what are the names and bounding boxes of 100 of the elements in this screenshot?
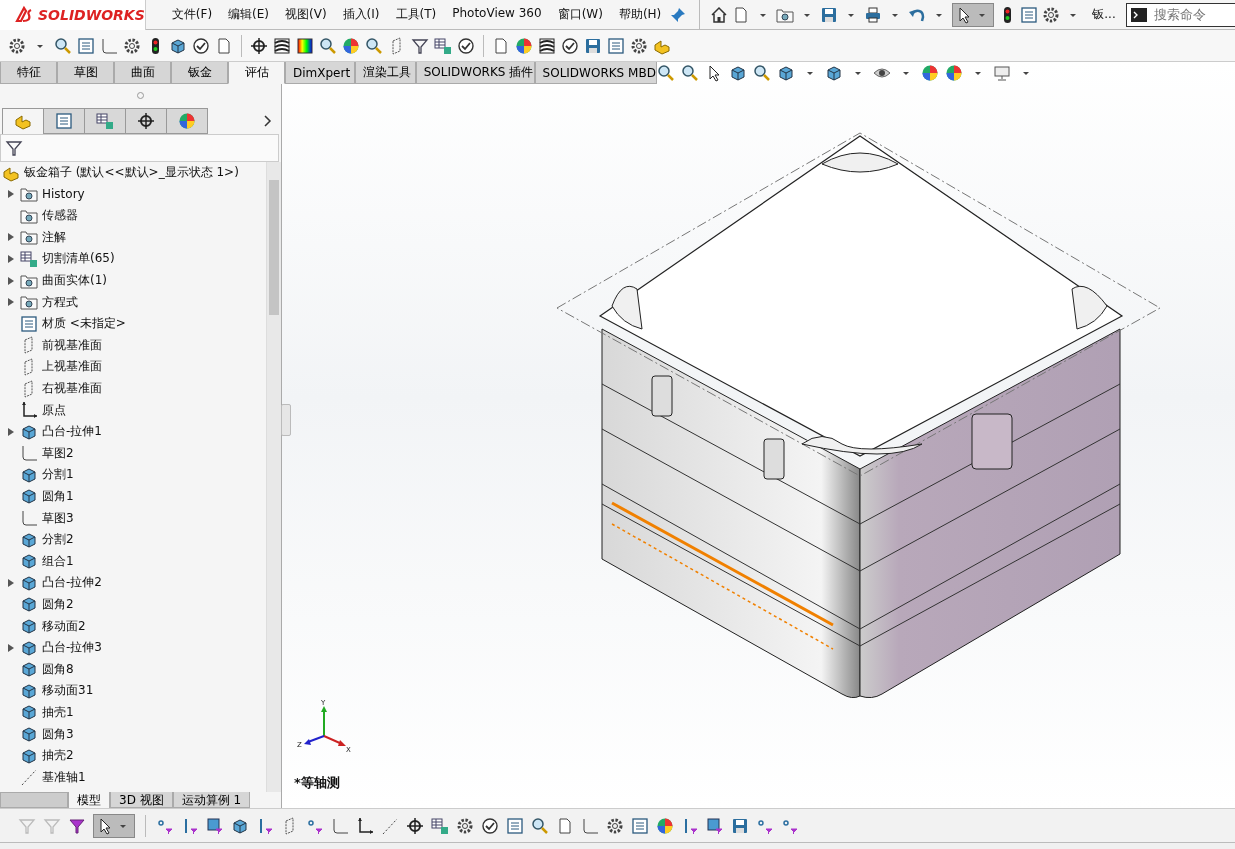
tree-item[interactable]: 分割1 <box>42 466 74 484</box>
check-icon[interactable] <box>457 36 475 55</box>
list-icon[interactable] <box>55 111 73 130</box>
tree-item[interactable]: 方程式 <box>42 293 78 311</box>
color-sphere-icon[interactable] <box>515 36 533 55</box>
cube-icon[interactable] <box>777 64 795 82</box>
expand-arrow-icon[interactable] <box>8 276 14 285</box>
striped-square-icon[interactable] <box>538 36 556 55</box>
document-icon[interactable] <box>492 36 510 55</box>
bottom-tab[interactable]: 运动算例 1 <box>172 792 251 808</box>
menu-item[interactable]: 插入(I) <box>334 6 388 23</box>
tree-item[interactable]: 抽壳2 <box>42 747 74 765</box>
color-sphere-icon[interactable] <box>178 111 196 130</box>
part-icon[interactable] <box>14 112 32 131</box>
command-tab[interactable]: 评估 <box>228 62 285 84</box>
menu-item[interactable]: PhotoView 360 <box>444 6 550 23</box>
magnifier-icon[interactable] <box>531 816 549 835</box>
table-icon[interactable] <box>434 36 452 55</box>
expand-arrow-icon[interactable] <box>8 190 14 199</box>
filter-funnel-icon[interactable] <box>68 816 86 835</box>
crosshair-icon[interactable] <box>406 816 424 835</box>
rainbow-square-icon[interactable] <box>296 36 314 55</box>
menu-item[interactable]: 视图(V) <box>277 6 335 23</box>
tree-item[interactable]: 右视基准面 <box>42 380 102 397</box>
expand-arrow-icon[interactable] <box>8 233 14 242</box>
crosshair-icon[interactable] <box>137 111 155 130</box>
tree-item[interactable]: 上视基准面 <box>42 358 102 376</box>
funnel-icon[interactable] <box>411 36 429 55</box>
tree-item[interactable]: 凸台-拉伸2 <box>42 574 102 592</box>
command-tab[interactable]: DimXpert <box>285 62 355 84</box>
face-filter-icon[interactable] <box>706 816 724 835</box>
expand-arrow-icon[interactable] <box>8 578 14 587</box>
tree-item[interactable]: 移动面2 <box>42 617 86 635</box>
home-icon[interactable] <box>710 5 729 24</box>
panel-handle[interactable] <box>281 404 291 436</box>
tree-item[interactable]: 前视基准面 <box>42 336 102 354</box>
gear-icon[interactable] <box>630 36 648 55</box>
tree-item[interactable]: 切割清单(65) <box>42 250 115 268</box>
tree-item[interactable]: 分割2 <box>42 531 74 549</box>
menu-item[interactable]: 文件(F) <box>163 6 221 23</box>
search-box[interactable]: 搜索命令 <box>1125 2 1235 27</box>
floppy-icon[interactable] <box>731 816 749 835</box>
menu-item[interactable]: 编辑(E) <box>220 6 277 23</box>
tree-item[interactable]: 原点 <box>42 401 66 419</box>
search-field[interactable]: 搜索命令 <box>1151 6 1235 23</box>
tree-item[interactable]: 凸台-拉伸1 <box>42 423 102 441</box>
tree-item[interactable]: 移动面31 <box>42 682 94 700</box>
list-icon[interactable] <box>631 816 649 835</box>
table-icon[interactable] <box>431 816 449 835</box>
funnel-icon[interactable] <box>5 138 23 157</box>
floppy-icon[interactable] <box>584 36 602 55</box>
magnifier-icon[interactable] <box>54 36 72 55</box>
bottom-tab[interactable]: 3D 视图 <box>110 792 173 808</box>
command-tab[interactable]: SOLIDWORKS 插件 <box>415 62 535 84</box>
document-icon[interactable] <box>556 816 574 835</box>
check-icon[interactable] <box>561 36 579 55</box>
command-tab[interactable]: 渲染工具 <box>354 62 416 84</box>
expand-arrow-icon[interactable] <box>8 643 14 652</box>
command-tab[interactable]: 草图 <box>57 62 114 84</box>
bottom-tab[interactable]: 模型 <box>68 792 110 808</box>
check-icon[interactable] <box>192 36 210 55</box>
expand-arrow-icon[interactable] <box>8 254 14 263</box>
check-icon[interactable] <box>481 816 499 835</box>
menu-item[interactable]: 窗口(W) <box>549 6 611 23</box>
striped-square-icon[interactable] <box>273 36 291 55</box>
tree-item[interactable]: 圆角3 <box>42 725 74 743</box>
gear-icon[interactable] <box>1042 5 1061 24</box>
tree-item[interactable]: 圆角1 <box>42 488 74 505</box>
tree-item[interactable]: 圆角2 <box>42 595 74 613</box>
gear-icon[interactable] <box>456 816 474 835</box>
table-icon[interactable] <box>96 111 114 130</box>
face-filter-icon[interactable] <box>206 816 224 835</box>
magnifier-icon[interactable] <box>753 64 771 82</box>
document-name[interactable]: 钣... <box>1092 6 1116 23</box>
color-sphere-icon[interactable] <box>921 64 939 82</box>
expand-arrow-icon[interactable] <box>8 427 14 436</box>
scrollbar[interactable] <box>266 161 281 793</box>
magnifier-icon[interactable] <box>681 64 699 82</box>
color-sphere-icon[interactable] <box>945 64 963 82</box>
list-icon[interactable] <box>77 36 95 55</box>
axes-icon[interactable] <box>356 816 374 835</box>
gear-icon[interactable] <box>123 36 141 55</box>
floppy-icon[interactable] <box>820 5 839 24</box>
printer-icon[interactable] <box>864 5 883 24</box>
color-sphere-icon[interactable] <box>342 36 360 55</box>
list-icon[interactable] <box>607 36 625 55</box>
command-tab[interactable]: 特征 <box>0 62 57 84</box>
tree-item[interactable]: 草图3 <box>42 509 74 527</box>
document-icon[interactable] <box>215 36 233 55</box>
tree-item[interactable]: 曲面实体(1) <box>42 272 107 290</box>
color-sphere-icon[interactable] <box>656 816 674 835</box>
tree-item[interactable]: 注解 <box>42 228 66 246</box>
magnifier-icon[interactable] <box>319 36 337 55</box>
tree-item[interactable]: 圆角8 <box>42 660 74 678</box>
gear-icon[interactable] <box>8 36 26 55</box>
magnifier-icon[interactable] <box>365 36 383 55</box>
crosshair-icon[interactable] <box>250 36 268 55</box>
command-tab[interactable]: 曲面 <box>114 62 171 84</box>
cube-icon[interactable] <box>729 64 747 82</box>
tree-item[interactable]: History <box>42 187 85 202</box>
